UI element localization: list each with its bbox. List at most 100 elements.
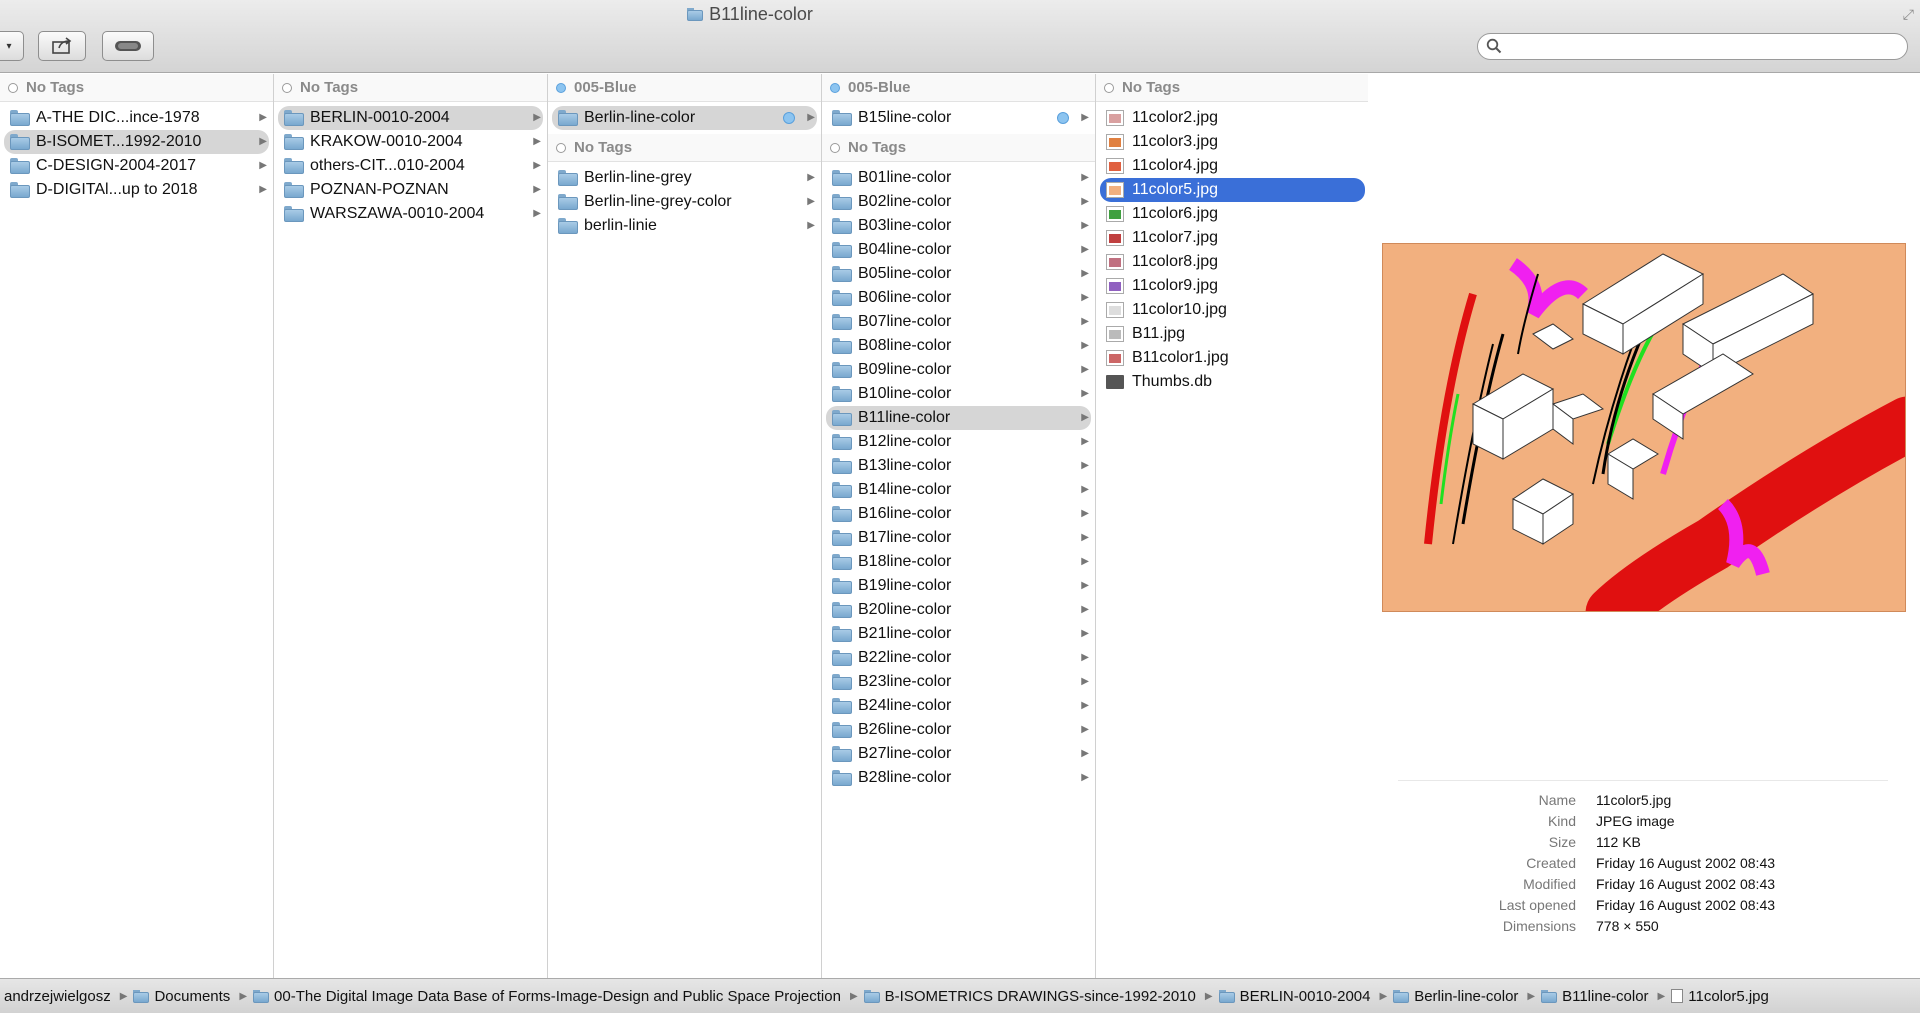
- folder-item[interactable]: B28line-color ▶: [826, 766, 1091, 790]
- folder-item[interactable]: B18line-color ▶: [826, 550, 1091, 574]
- folder-icon: [133, 989, 150, 1003]
- disclosure-arrow-icon: ▶: [1081, 340, 1089, 351]
- folder-icon: [558, 194, 578, 210]
- disclosure-arrow-icon: ▶: [1081, 676, 1089, 687]
- disclosure-arrow-icon: ▶: [1081, 556, 1089, 567]
- disclosure-arrow-icon: ▶: [1081, 628, 1089, 639]
- tag-group-header: No Tags: [0, 74, 273, 102]
- search-input[interactable]: [1506, 37, 1896, 57]
- item-label: B03line-color: [858, 217, 952, 234]
- folder-item[interactable]: B21line-color ▶: [826, 622, 1091, 646]
- file-item[interactable]: 11color9.jpg: [1100, 274, 1365, 298]
- file-item[interactable]: 11color8.jpg: [1100, 250, 1365, 274]
- folder-item[interactable]: WARSZAWA-0010-2004 ▶: [278, 202, 543, 226]
- item-label: C-DESIGN-2004-2017: [36, 157, 197, 174]
- path-crumb[interactable]: andrzejwielgosz ▶: [4, 988, 127, 1005]
- item-label: 11color3.jpg: [1132, 133, 1218, 150]
- share-button[interactable]: [38, 31, 86, 61]
- item-label: KRAKOW-0010-2004: [310, 133, 463, 150]
- fullscreen-icon[interactable]: ⤢: [1903, 6, 1914, 23]
- folder-item[interactable]: B02line-color ▶: [826, 190, 1091, 214]
- info-label: Kind: [1547, 813, 1576, 829]
- file-item[interactable]: 11color6.jpg: [1100, 202, 1365, 226]
- tags-button[interactable]: [102, 31, 154, 61]
- folder-item[interactable]: C-DESIGN-2004-2017 ▶: [4, 154, 269, 178]
- path-crumb[interactable]: B-ISOMETRICS DRAWINGS-since-1992-2010 ▶: [863, 988, 1213, 1005]
- folder-item[interactable]: B16line-color ▶: [826, 502, 1091, 526]
- folder-item[interactable]: B17line-color ▶: [826, 526, 1091, 550]
- file-item[interactable]: B11.jpg: [1100, 322, 1365, 346]
- file-item[interactable]: 11color4.jpg: [1100, 154, 1365, 178]
- folder-item[interactable]: B03line-color ▶: [826, 214, 1091, 238]
- folder-item[interactable]: B11line-color ▶: [826, 406, 1091, 430]
- view-options-button[interactable]: ▾: [0, 31, 24, 61]
- folder-item[interactable]: B-ISOMET...1992-2010 ▶: [4, 130, 269, 154]
- folder-item[interactable]: B20line-color ▶: [826, 598, 1091, 622]
- item-label: 11color5.jpg: [1132, 181, 1218, 198]
- item-label: B11.jpg: [1132, 325, 1186, 342]
- item-label: D-DIGITAl...up to 2018: [36, 181, 198, 198]
- path-crumb-label: Berlin-line-color: [1414, 987, 1519, 1005]
- folder-item[interactable]: KRAKOW-0010-2004 ▶: [278, 130, 543, 154]
- folder-item[interactable]: B23line-color ▶: [826, 670, 1091, 694]
- folder-item[interactable]: A-THE DIC...ince-1978 ▶: [4, 106, 269, 130]
- disclosure-arrow-icon: ▶: [533, 136, 541, 147]
- item-label: B26line-color: [858, 721, 952, 738]
- item-label: B20line-color: [858, 601, 952, 618]
- folder-item[interactable]: berlin-linie ▶: [552, 214, 817, 238]
- file-item[interactable]: Thumbs.db: [1100, 370, 1365, 394]
- item-label: B04line-color: [858, 241, 952, 258]
- folder-item[interactable]: B22line-color ▶: [826, 646, 1091, 670]
- folder-item[interactable]: Berlin-line-grey-color ▶: [552, 190, 817, 214]
- path-crumb[interactable]: B11line-color ▶: [1541, 988, 1665, 1005]
- folder-item[interactable]: B08line-color ▶: [826, 334, 1091, 358]
- folder-icon: [284, 134, 304, 150]
- image-file-icon: [1106, 182, 1124, 198]
- file-item[interactable]: 11color3.jpg: [1100, 130, 1365, 154]
- folder-item[interactable]: B07line-color ▶: [826, 310, 1091, 334]
- disclosure-arrow-icon: ▶: [1081, 196, 1089, 207]
- item-label: B08line-color: [858, 337, 952, 354]
- folder-item[interactable]: B13line-color ▶: [826, 454, 1091, 478]
- file-item[interactable]: 11color10.jpg: [1100, 298, 1365, 322]
- folder-item[interactable]: B09line-color ▶: [826, 358, 1091, 382]
- path-crumb[interactable]: Berlin-line-color ▶: [1393, 988, 1535, 1005]
- file-item[interactable]: 11color2.jpg: [1100, 106, 1365, 130]
- folder-item[interactable]: B15line-color ▶: [826, 106, 1091, 130]
- folder-item[interactable]: BERLIN-0010-2004 ▶: [278, 106, 543, 130]
- path-crumb[interactable]: BERLIN-0010-2004 ▶: [1218, 988, 1387, 1005]
- item-label: B06line-color: [858, 289, 952, 306]
- disclosure-arrow-icon: ▶: [1081, 112, 1089, 123]
- file-item[interactable]: 11color7.jpg: [1100, 226, 1365, 250]
- folder-icon: [832, 626, 852, 642]
- folder-item[interactable]: B12line-color ▶: [826, 430, 1091, 454]
- path-crumb[interactable]: 11color5.jpg: [1671, 988, 1769, 1005]
- path-separator-icon: ▶: [1527, 990, 1536, 1002]
- tag-group-header: No Tags: [274, 74, 547, 102]
- folder-item[interactable]: others-CIT...010-2004 ▶: [278, 154, 543, 178]
- folder-item[interactable]: Berlin-line-grey ▶: [552, 166, 817, 190]
- file-info: Name 11color5.jpg Kind JPEG image Size 112 KB…: [1368, 790, 1920, 937]
- info-value: 778 × 550: [1596, 918, 1659, 934]
- folder-item[interactable]: B10line-color ▶: [826, 382, 1091, 406]
- folder-item[interactable]: POZNAN-POZNAN ▶: [278, 178, 543, 202]
- file-item[interactable]: 11color5.jpg: [1100, 178, 1365, 202]
- path-crumb[interactable]: 00-The Digital Image Data Base of Forms-…: [253, 988, 858, 1005]
- item-label: 11color4.jpg: [1132, 157, 1218, 174]
- folder-item[interactable]: B01line-color ▶: [826, 166, 1091, 190]
- folder-item[interactable]: D-DIGITAl...up to 2018 ▶: [4, 178, 269, 202]
- folder-item[interactable]: B27line-color ▶: [826, 742, 1091, 766]
- folder-item[interactable]: B26line-color ▶: [826, 718, 1091, 742]
- folder-item[interactable]: B06line-color ▶: [826, 286, 1091, 310]
- path-crumb[interactable]: Documents ▶: [133, 988, 247, 1005]
- folder-item[interactable]: B05line-color ▶: [826, 262, 1091, 286]
- folder-item[interactable]: B14line-color ▶: [826, 478, 1091, 502]
- folder-item[interactable]: B24line-color ▶: [826, 694, 1091, 718]
- folder-item[interactable]: B19line-color ▶: [826, 574, 1091, 598]
- file-item[interactable]: B11color1.jpg: [1100, 346, 1365, 370]
- folder-icon: [832, 218, 852, 234]
- tag-group-header: 005-Blue: [548, 74, 821, 102]
- folder-item[interactable]: B04line-color ▶: [826, 238, 1091, 262]
- search-field[interactable]: [1477, 33, 1908, 60]
- folder-item[interactable]: Berlin-line-color ▶: [552, 106, 817, 130]
